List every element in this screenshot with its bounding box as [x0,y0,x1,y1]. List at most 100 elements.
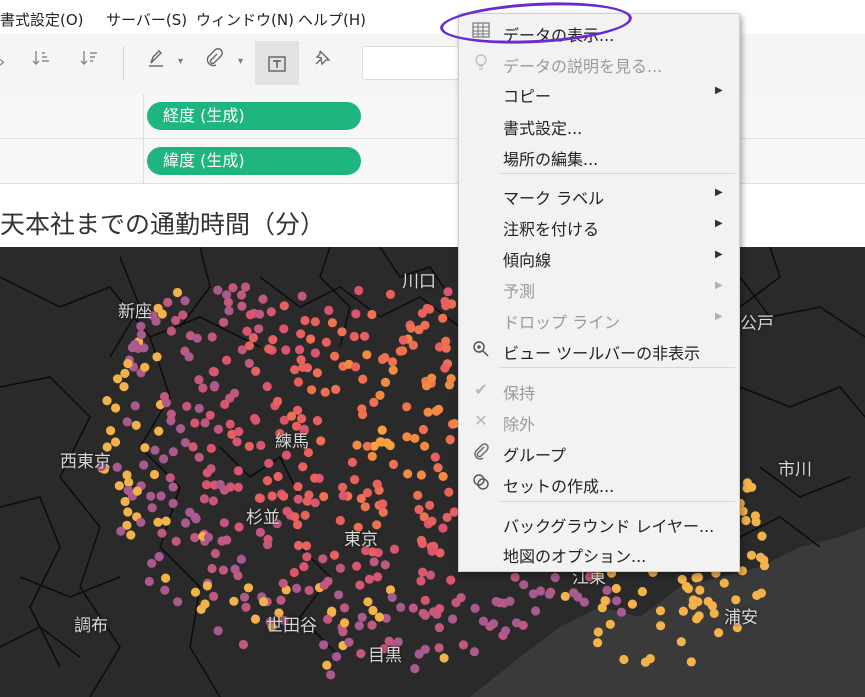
map-mark[interactable] [438,313,448,323]
map-mark[interactable] [307,385,317,395]
map-mark[interactable] [360,331,370,341]
map-mark[interactable] [168,498,178,508]
map-mark[interactable] [290,512,300,522]
map-mark[interactable] [300,510,310,520]
map-mark[interactable] [279,415,289,425]
map-mark[interactable] [688,600,698,610]
map-mark[interactable] [385,289,396,299]
map-mark[interactable] [719,578,729,588]
map-mark[interactable] [146,491,156,501]
map-mark[interactable] [209,367,219,377]
map-mark[interactable] [434,643,444,653]
map-mark[interactable] [144,576,154,587]
map-mark[interactable] [544,589,555,599]
map-mark[interactable] [123,485,133,495]
map-mark[interactable] [222,355,232,365]
map-mark[interactable] [132,486,142,496]
map-mark[interactable] [420,595,430,605]
map-mark[interactable] [205,410,215,420]
map-mark[interactable] [378,499,388,509]
map-mark[interactable] [360,502,370,512]
map-mark[interactable] [435,548,445,558]
map-mark[interactable] [207,563,217,574]
map-mark[interactable] [290,365,300,375]
map-mark[interactable] [112,462,122,472]
map-mark[interactable] [219,518,229,528]
map-mark[interactable] [233,482,243,492]
map-mark[interactable] [264,344,274,354]
map-mark[interactable] [354,621,364,631]
menu-item-copy[interactable]: コピー ▶ [459,78,739,108]
map-mark[interactable] [316,436,326,446]
map-mark[interactable] [354,285,364,296]
map-mark[interactable] [156,491,166,501]
map-mark[interactable] [244,341,254,351]
map-mark[interactable] [111,403,121,413]
map-mark[interactable] [243,583,254,593]
map-mark[interactable] [368,605,378,616]
map-mark[interactable] [301,541,312,551]
map-mark[interactable] [573,592,583,602]
map-mark[interactable] [123,359,133,369]
map-mark[interactable] [420,644,430,654]
map-mark[interactable] [215,479,225,490]
map-mark[interactable] [154,552,164,562]
map-mark[interactable] [335,563,345,573]
map-mark[interactable] [351,309,361,319]
map-mark[interactable] [319,491,329,502]
map-mark[interactable] [131,420,141,430]
menu-item-forecast[interactable]: 予測 ▶ [459,273,739,303]
map-mark[interactable] [279,491,289,501]
map-mark[interactable] [276,595,286,605]
map-mark[interactable] [292,583,302,593]
map-mark[interactable] [611,583,621,594]
map-mark[interactable] [120,368,130,378]
map-mark[interactable] [448,614,458,624]
map-mark[interactable] [531,606,541,616]
map-mark[interactable] [224,306,234,316]
map-mark[interactable] [438,523,448,533]
map-mark[interactable] [201,480,212,490]
map-mark[interactable] [173,597,183,607]
map-mark[interactable] [239,592,250,602]
map-mark[interactable] [535,586,546,596]
map-mark[interactable] [296,329,306,339]
map-mark[interactable] [136,517,146,527]
map-mark[interactable] [245,310,255,320]
map-mark[interactable] [229,596,239,606]
map-mark[interactable] [757,531,767,541]
menu-item-keep-only[interactable]: ✔ 保持 [459,375,739,405]
map-mark[interactable] [184,352,194,362]
map-mark[interactable] [273,471,283,482]
map-mark[interactable] [295,345,305,355]
map-mark[interactable] [377,354,388,364]
map-mark[interactable] [242,326,252,336]
map-mark[interactable] [446,575,456,585]
menu-item-create-set[interactable]: セットの作成... [459,468,739,498]
map-mark[interactable] [347,457,357,467]
map-mark[interactable] [418,567,428,577]
map-mark[interactable] [703,596,713,607]
map-mark[interactable] [352,440,362,450]
map-mark[interactable] [126,530,136,540]
map-mark[interactable] [612,596,622,606]
map-mark[interactable] [363,597,373,607]
map-mark[interactable] [244,358,254,368]
map-mark[interactable] [304,585,314,595]
map-mark[interactable] [350,475,360,485]
map-mark[interactable] [488,619,499,629]
map-mark[interactable] [202,581,212,591]
map-mark[interactable] [234,427,244,437]
map-mark[interactable] [251,415,261,425]
map-mark[interactable] [302,552,312,562]
map-mark[interactable] [358,409,368,420]
map-mark[interactable] [331,652,342,662]
map-mark[interactable] [147,558,157,568]
map-mark[interactable] [410,433,420,443]
map-mark[interactable] [172,287,183,298]
map-mark[interactable] [236,290,247,300]
map-mark[interactable] [130,401,140,411]
menu-item-annotate[interactable]: 注釈を付ける ▶ [459,211,739,241]
map-mark[interactable] [233,466,243,476]
map-mark[interactable] [304,490,314,500]
